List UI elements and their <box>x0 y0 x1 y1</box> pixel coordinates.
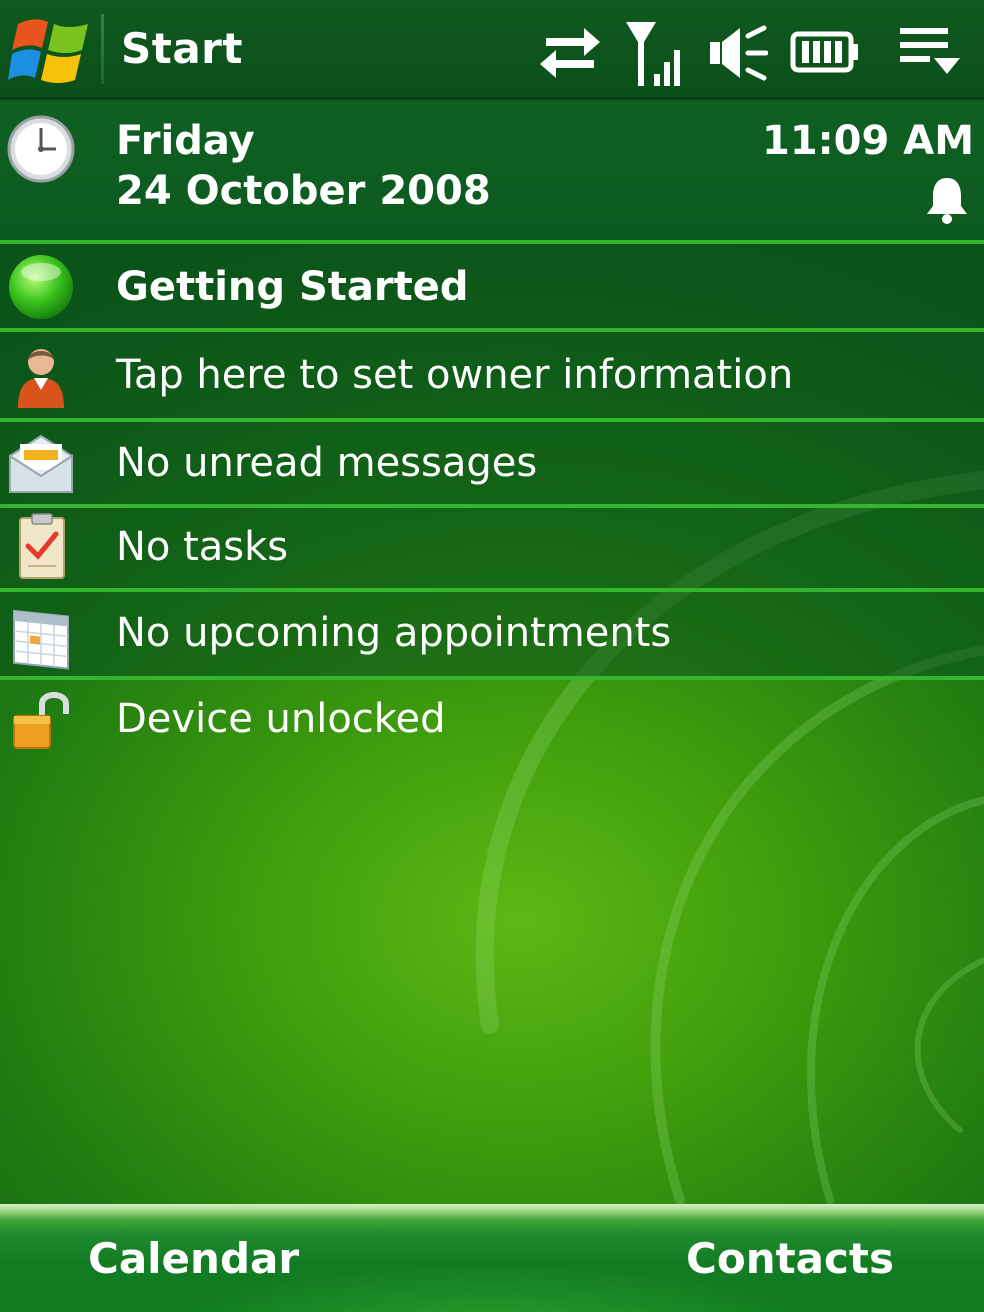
start-button[interactable]: Start <box>0 0 250 100</box>
today-item-label: Getting Started <box>116 264 469 310</box>
today-item-label: Device unlocked <box>116 696 446 742</box>
windows-flag-icon <box>8 19 88 83</box>
today-item-device-lock[interactable]: Device unlocked <box>0 680 984 764</box>
today-item-label: No upcoming appointments <box>116 610 672 656</box>
datetime-row[interactable]: Friday 24 October 2008 11:09 AM <box>0 100 984 240</box>
softkey-bar: Calendar Contacts <box>0 1204 984 1312</box>
time-text: 11:09 AM <box>761 118 974 164</box>
padlock-open-icon <box>13 692 69 749</box>
owner-person-icon <box>18 349 64 408</box>
day-text: Friday <box>116 118 255 164</box>
clipboard-icon <box>19 513 65 579</box>
today-item-label: No tasks <box>116 524 289 570</box>
getting-started-icon <box>9 255 73 319</box>
today-item-getting-started[interactable]: Getting Started <box>0 244 984 328</box>
softkey-contacts[interactable]: Contacts <box>686 1234 894 1283</box>
today-item-label: No unread messages <box>116 440 538 486</box>
title-bar: Start <box>0 0 984 100</box>
today-item-tasks[interactable]: No tasks <box>0 508 984 588</box>
today-item-owner-info[interactable]: Tap here to set owner information <box>0 332 984 418</box>
calendar-icon <box>13 609 69 670</box>
today-screen: Start Friday 24 October 2008 11:09 AM Ge… <box>0 0 984 1312</box>
title-text: Start <box>121 24 243 73</box>
title-separator <box>101 14 104 84</box>
envelope-icon <box>9 434 73 493</box>
connectivity-icon[interactable] <box>538 20 602 84</box>
today-item-appointments[interactable]: No upcoming appointments <box>0 592 984 676</box>
signal-icon[interactable] <box>622 16 682 92</box>
today-item-label: Tap here to set owner information <box>116 352 794 398</box>
today-item-messages[interactable]: No unread messages <box>0 422 984 504</box>
battery-icon[interactable] <box>790 26 860 76</box>
menu-overflow-icon[interactable] <box>898 24 962 80</box>
alarm-bell-icon <box>927 178 967 224</box>
volume-muted-icon[interactable] <box>706 22 768 84</box>
clock-icon <box>7 115 75 183</box>
softkey-calendar[interactable]: Calendar <box>88 1234 299 1283</box>
date-text: 24 October 2008 <box>116 168 491 214</box>
